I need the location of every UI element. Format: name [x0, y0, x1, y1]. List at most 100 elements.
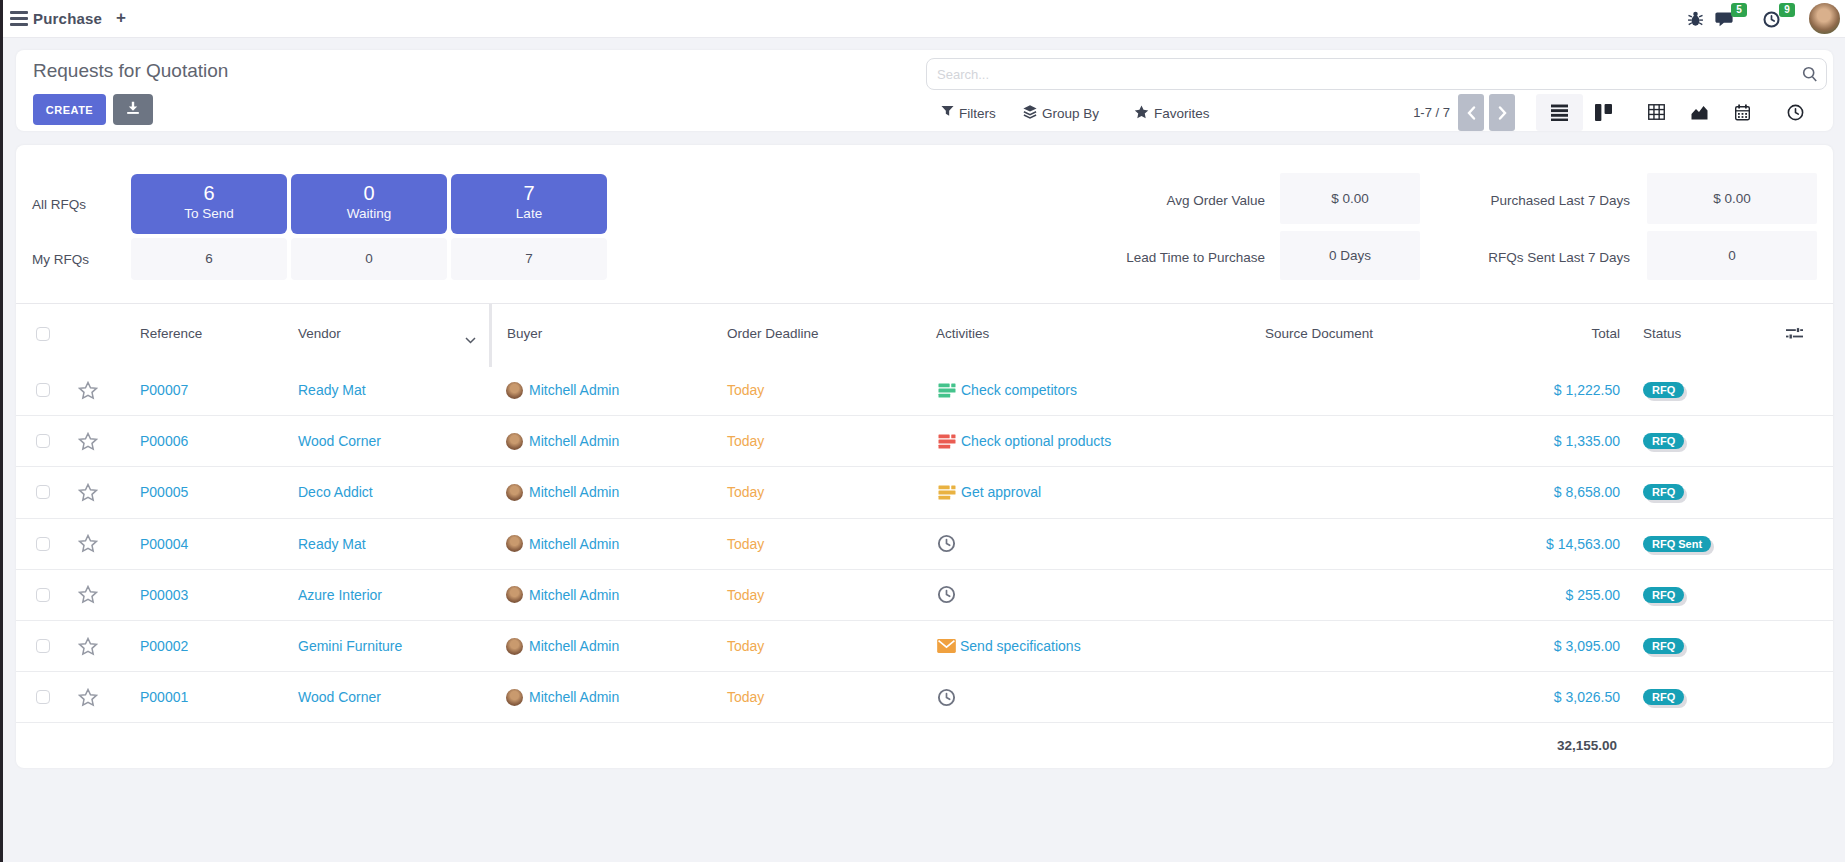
header-order-deadline[interactable]: Order Deadline	[727, 326, 819, 341]
search-icon[interactable]	[1802, 66, 1818, 86]
tasks-red-icon[interactable]	[937, 433, 957, 450]
order-deadline-cell[interactable]: Today	[727, 519, 764, 569]
optional-columns-icon[interactable]	[1786, 326, 1803, 345]
row-checkbox[interactable]	[36, 690, 50, 704]
header-source-document[interactable]: Source Document	[1265, 326, 1373, 341]
vendor-link[interactable]: Ready Mat	[298, 365, 366, 415]
favorites-button[interactable]: Favorites	[1134, 104, 1210, 122]
pager-next-button[interactable]	[1489, 94, 1515, 131]
view-activity-icon[interactable]	[1786, 103, 1804, 121]
header-buyer[interactable]: Buyer	[507, 326, 542, 341]
view-calendar-icon[interactable]	[1733, 103, 1751, 121]
header-status[interactable]: Status	[1643, 326, 1681, 341]
row-checkbox[interactable]	[36, 537, 50, 551]
order-deadline-cell[interactable]: Today	[727, 416, 764, 466]
vendor-link[interactable]: Azure Interior	[298, 570, 382, 620]
filters-button[interactable]: Filters	[941, 104, 996, 122]
row-checkbox[interactable]	[36, 588, 50, 602]
vendor-link[interactable]: Ready Mat	[298, 519, 366, 569]
new-tab-button[interactable]: +	[116, 8, 126, 28]
favorite-star-icon[interactable]	[78, 365, 98, 415]
table-row[interactable]: P00007 Ready Mat Mitchell Admin Today Ch…	[16, 365, 1833, 416]
clock-icon[interactable]	[937, 534, 956, 553]
buyer-cell[interactable]: Mitchell Admin	[506, 365, 619, 415]
order-deadline-cell[interactable]: Today	[727, 570, 764, 620]
activity-cell[interactable]: Check competitors	[937, 365, 1077, 415]
order-deadline-cell[interactable]: Today	[727, 365, 764, 415]
activities-clock-icon[interactable]	[1763, 11, 1780, 32]
activity-cell[interactable]	[937, 519, 960, 569]
vendor-link[interactable]: Deco Addict	[298, 467, 373, 517]
row-checkbox[interactable]	[36, 434, 50, 448]
activity-cell[interactable]	[937, 570, 960, 620]
favorite-star-icon[interactable]	[78, 416, 98, 466]
tile-late[interactable]: 7 Late	[451, 174, 607, 234]
group-by-button[interactable]: Group By	[1023, 104, 1099, 122]
column-resize-separator[interactable]	[489, 304, 492, 367]
buyer-cell[interactable]: Mitchell Admin	[506, 519, 619, 569]
reference-link[interactable]: P00001	[140, 672, 188, 722]
reference-link[interactable]: P00007	[140, 365, 188, 415]
table-row[interactable]: P00005 Deco Addict Mitchell Admin Today …	[16, 467, 1833, 518]
create-button[interactable]: CREATE	[33, 94, 106, 125]
view-graph-icon[interactable]	[1690, 103, 1708, 121]
vendor-link[interactable]: Wood Corner	[298, 416, 381, 466]
activity-cell[interactable]	[937, 672, 960, 722]
favorite-star-icon[interactable]	[78, 519, 98, 569]
header-vendor[interactable]: Vendor	[298, 326, 341, 341]
row-checkbox[interactable]	[36, 639, 50, 653]
tasks-green-icon[interactable]	[937, 382, 957, 399]
debug-bug-icon[interactable]	[1687, 10, 1704, 31]
select-all-checkbox[interactable]	[36, 327, 50, 341]
buyer-cell[interactable]: Mitchell Admin	[506, 570, 619, 620]
view-list-icon[interactable]	[1550, 103, 1568, 121]
buyer-cell[interactable]: Mitchell Admin	[506, 416, 619, 466]
clock-icon[interactable]	[937, 688, 956, 707]
activity-cell[interactable]: Check optional products	[937, 416, 1111, 466]
row-checkbox[interactable]	[36, 485, 50, 499]
order-deadline-cell[interactable]: Today	[727, 467, 764, 517]
pager-previous-button[interactable]	[1458, 94, 1484, 131]
favorite-star-icon[interactable]	[78, 570, 98, 620]
tile-waiting[interactable]: 0 Waiting	[291, 174, 447, 234]
user-avatar[interactable]	[1809, 3, 1840, 34]
favorite-star-icon[interactable]	[78, 621, 98, 671]
app-title[interactable]: Purchase	[33, 10, 102, 27]
table-row[interactable]: P00002 Gemini Furniture Mitchell Admin T…	[16, 621, 1833, 672]
vendor-link[interactable]: Wood Corner	[298, 672, 381, 722]
buyer-cell[interactable]: Mitchell Admin	[506, 621, 619, 671]
envelope-icon[interactable]	[937, 639, 956, 653]
reference-link[interactable]: P00005	[140, 467, 188, 517]
table-row[interactable]: P00001 Wood Corner Mitchell Admin Today …	[16, 672, 1833, 723]
view-pivot-icon[interactable]	[1647, 103, 1665, 121]
export-download-button[interactable]	[113, 94, 153, 125]
header-total[interactable]: Total	[1470, 326, 1620, 341]
order-deadline-cell[interactable]: Today	[727, 672, 764, 722]
search-input[interactable]	[926, 58, 1827, 90]
my-late-tile[interactable]: 7	[451, 238, 607, 280]
tasks-yellow-icon[interactable]	[937, 484, 957, 501]
row-checkbox[interactable]	[36, 383, 50, 397]
reference-link[interactable]: P00006	[140, 416, 188, 466]
header-reference[interactable]: Reference	[140, 326, 202, 341]
activity-cell[interactable]: Get approval	[937, 467, 1041, 517]
header-activities[interactable]: Activities	[936, 326, 989, 341]
buyer-cell[interactable]: Mitchell Admin	[506, 467, 619, 517]
my-waiting-tile[interactable]: 0	[291, 238, 447, 280]
sort-desc-icon[interactable]	[465, 330, 476, 348]
table-row[interactable]: P00004 Ready Mat Mitchell Admin Today $ …	[16, 519, 1833, 570]
buyer-cell[interactable]: Mitchell Admin	[506, 672, 619, 722]
view-kanban-icon[interactable]	[1594, 103, 1612, 121]
activity-cell[interactable]: Send specifications	[937, 621, 1081, 671]
reference-link[interactable]: P00002	[140, 621, 188, 671]
tile-to-send[interactable]: 6 To Send	[131, 174, 287, 234]
my-to-send-tile[interactable]: 6	[131, 238, 287, 280]
reference-link[interactable]: P00004	[140, 519, 188, 569]
table-row[interactable]: P00003 Azure Interior Mitchell Admin Tod…	[16, 570, 1833, 621]
clock-icon[interactable]	[937, 585, 956, 604]
order-deadline-cell[interactable]: Today	[727, 621, 764, 671]
favorite-star-icon[interactable]	[78, 467, 98, 517]
table-row[interactable]: P00006 Wood Corner Mitchell Admin Today …	[16, 416, 1833, 467]
reference-link[interactable]: P00003	[140, 570, 188, 620]
menu-apps-icon[interactable]	[10, 11, 28, 27]
